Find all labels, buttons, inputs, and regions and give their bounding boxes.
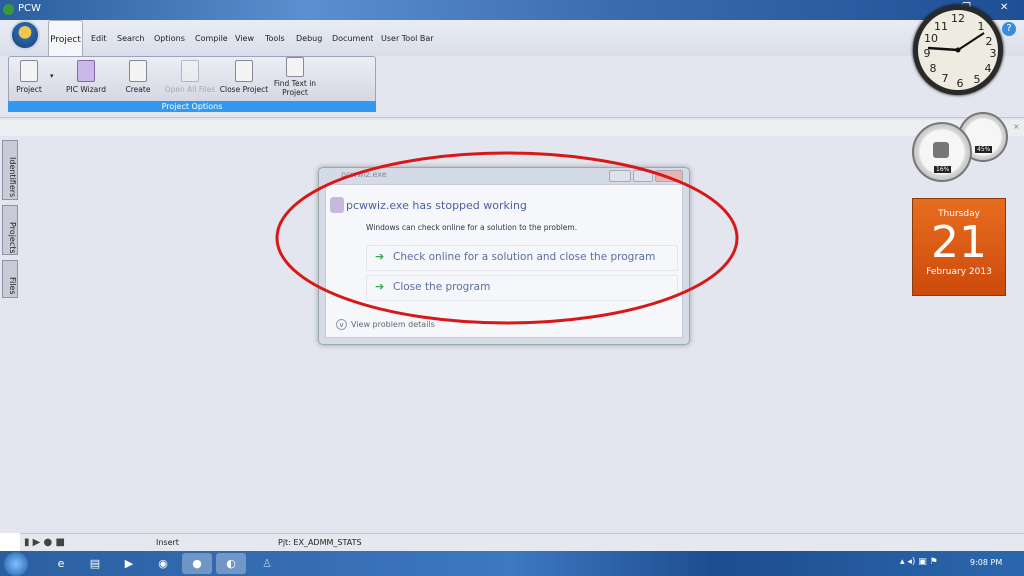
calendar-gadget[interactable]: Thursday 21 February 2013 — [912, 198, 1006, 296]
tray-icons[interactable]: ▴ ◂) ▣ ⚑ — [900, 557, 938, 567]
status-left — [0, 533, 20, 551]
status-bar: ▮ ▶ ● ■ Insert Pjt: EX_ADMM_STATS — [20, 533, 1024, 551]
cpu-gauge: 16% — [912, 122, 972, 182]
wizard-task-icon[interactable]: ♙ — [252, 553, 282, 574]
start-button[interactable] — [4, 552, 28, 576]
firefox-icon[interactable]: ● — [182, 553, 212, 574]
edit-mode: Insert — [156, 538, 179, 547]
explorer-icon[interactable]: ▤ — [80, 553, 110, 574]
cpu-value: 16% — [934, 166, 952, 173]
media-player-icon[interactable]: ▶ — [114, 553, 144, 574]
cpu-icon — [933, 142, 949, 158]
annotation-ellipse — [275, 151, 739, 325]
ie-icon[interactable]: e — [46, 553, 76, 574]
playback-controls[interactable]: ▮ ▶ ● ■ — [24, 537, 65, 548]
pcw-task-icon[interactable]: ◐ — [216, 553, 246, 574]
chrome-icon[interactable]: ◉ — [148, 553, 178, 574]
calendar-day: 21 — [931, 217, 987, 268]
project-name: Pjt: EX_ADMM_STATS — [278, 538, 362, 547]
clock-time[interactable]: 9:08 PM — [970, 558, 1002, 567]
calendar-month-year: February 2013 — [926, 267, 992, 277]
taskbar: e ▤ ▶ ◉ ● ◐ ♙ ▴ ◂) ▣ ⚑ 9:08 PM — [0, 551, 1024, 576]
clock-hands — [927, 32, 985, 53]
clock-gadget[interactable]: 12 1 2 3 4 5 6 7 8 9 10 11 — [913, 5, 1003, 95]
help-icon[interactable]: ? — [1002, 22, 1016, 36]
memory-value: 45% — [975, 146, 993, 153]
